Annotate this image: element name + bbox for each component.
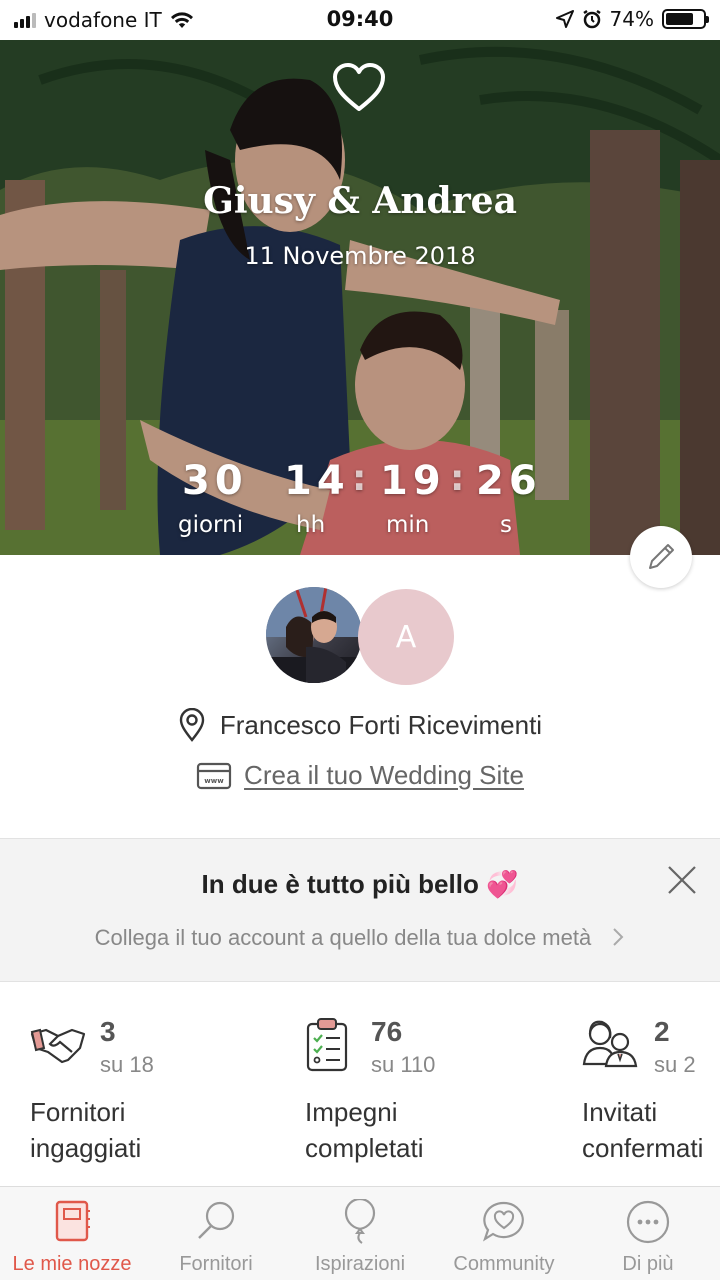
countdown-days: 30 [182,458,248,504]
stat-guests[interactable]: 2 su 2 Invitati confermati [580,1010,720,1160]
tab-label: Community [453,1253,555,1275]
countdown-hours: 14 [284,458,350,504]
location-arrow-icon [555,10,574,28]
tab-label: Ispirazioni [314,1253,406,1275]
svg-text:www: www [204,777,224,785]
banner-subtitle-text: Collega il tuo account a quello della tu… [94,925,592,950]
wedding-site-row[interactable]: www Crea il tuo Wedding Site [0,760,720,791]
countdown-days-label: giorni [178,512,244,538]
search-icon [198,1201,235,1239]
couple-names: Giusy & Andrea [203,180,517,222]
status-bar: vodafone IT 09:40 74% [0,0,720,40]
stat-vendors-value: 3 [100,1016,116,1047]
stat-label-line: confermati [582,1133,704,1160]
battery-icon [662,9,709,29]
close-icon[interactable] [664,862,700,898]
tab-inspirations[interactable]: Ispirazioni [288,1187,432,1280]
avatar-image [266,587,362,683]
status-right: 74% [555,7,709,31]
browser-www-icon: www [196,762,232,789]
countdown-minutes-label: min [386,512,430,538]
stat-label-line: Fornitori [30,1097,126,1127]
countdown-seconds-label: s [500,512,512,538]
tab-more[interactable]: Di più [576,1187,720,1280]
stat-guests-value: 2 [654,1016,670,1047]
pencil-icon [649,544,674,569]
countdown-separator: : [450,458,465,499]
stat-vendors-total: su 18 [100,1052,154,1077]
countdown-minutes: 19 [380,458,446,504]
stat-guests-label: Invitati confermati [582,1094,703,1160]
battery-fill [666,13,693,25]
bottom-tab-bar: Le mie nozze Fornitori Ispirazioni Commu… [0,1186,720,1280]
banner-subtitle[interactable]: Collega il tuo account a quello della tu… [0,925,720,951]
banner-title: In due è tutto più bello 💞 [201,869,519,899]
more-icon [626,1200,670,1244]
countdown-separator: : [352,458,367,499]
countdown-hours-label: hh [296,512,326,538]
heart-icon [333,63,385,111]
stat-vendors-label: Fornitori ingaggiati [30,1094,141,1166]
partner-invite-banner[interactable]: In due è tutto più bello 💞 Collega il tu… [0,838,720,982]
tab-label: Di più [622,1253,674,1275]
tab-my-wedding[interactable]: Le mie nozze [0,1187,144,1280]
hero-cover: Giusy & Andrea 11 Novembre 2018 30 14 : … [0,40,720,555]
partner-avatar[interactable]: A [358,589,454,685]
edit-cover-button[interactable] [630,526,692,588]
tab-label: Fornitori [179,1253,253,1275]
stat-label-line: completati [305,1133,424,1163]
venue-row[interactable]: Francesco Forti Ricevimenti [0,708,720,742]
stat-tasks-label: Impegni completati [305,1094,424,1166]
notebook-icon [55,1200,90,1242]
balloon-icon [344,1199,376,1244]
tab-vendors[interactable]: Fornitori [144,1187,288,1280]
wedding-site-link[interactable]: Crea il tuo Wedding Site [244,760,524,791]
checklist-icon [306,1018,348,1072]
guests-icon [582,1020,638,1068]
stat-label-line: Impegni [305,1097,398,1127]
chevron-right-icon [613,928,624,946]
venue-name: Francesco Forti Ricevimenti [219,709,543,740]
alarm-icon [582,9,601,29]
stat-guests-total: su 2 [654,1052,696,1077]
location-pin-icon [179,708,205,742]
stat-label-line: Invitati [582,1097,658,1127]
wedding-date: 11 Novembre 2018 [244,242,476,270]
battery-percent: 74% [609,7,654,31]
handshake-icon [30,1028,86,1064]
stat-tasks-value: 76 [371,1016,403,1047]
tab-label: Le mie nozze [12,1253,132,1275]
countdown-seconds: 26 [476,458,542,504]
chat-heart-icon [482,1201,524,1242]
avatar-photo[interactable] [266,587,362,683]
stat-label-line: ingaggiati [30,1133,142,1163]
tab-community[interactable]: Community [432,1187,576,1280]
stat-tasks-total: su 110 [371,1052,436,1077]
